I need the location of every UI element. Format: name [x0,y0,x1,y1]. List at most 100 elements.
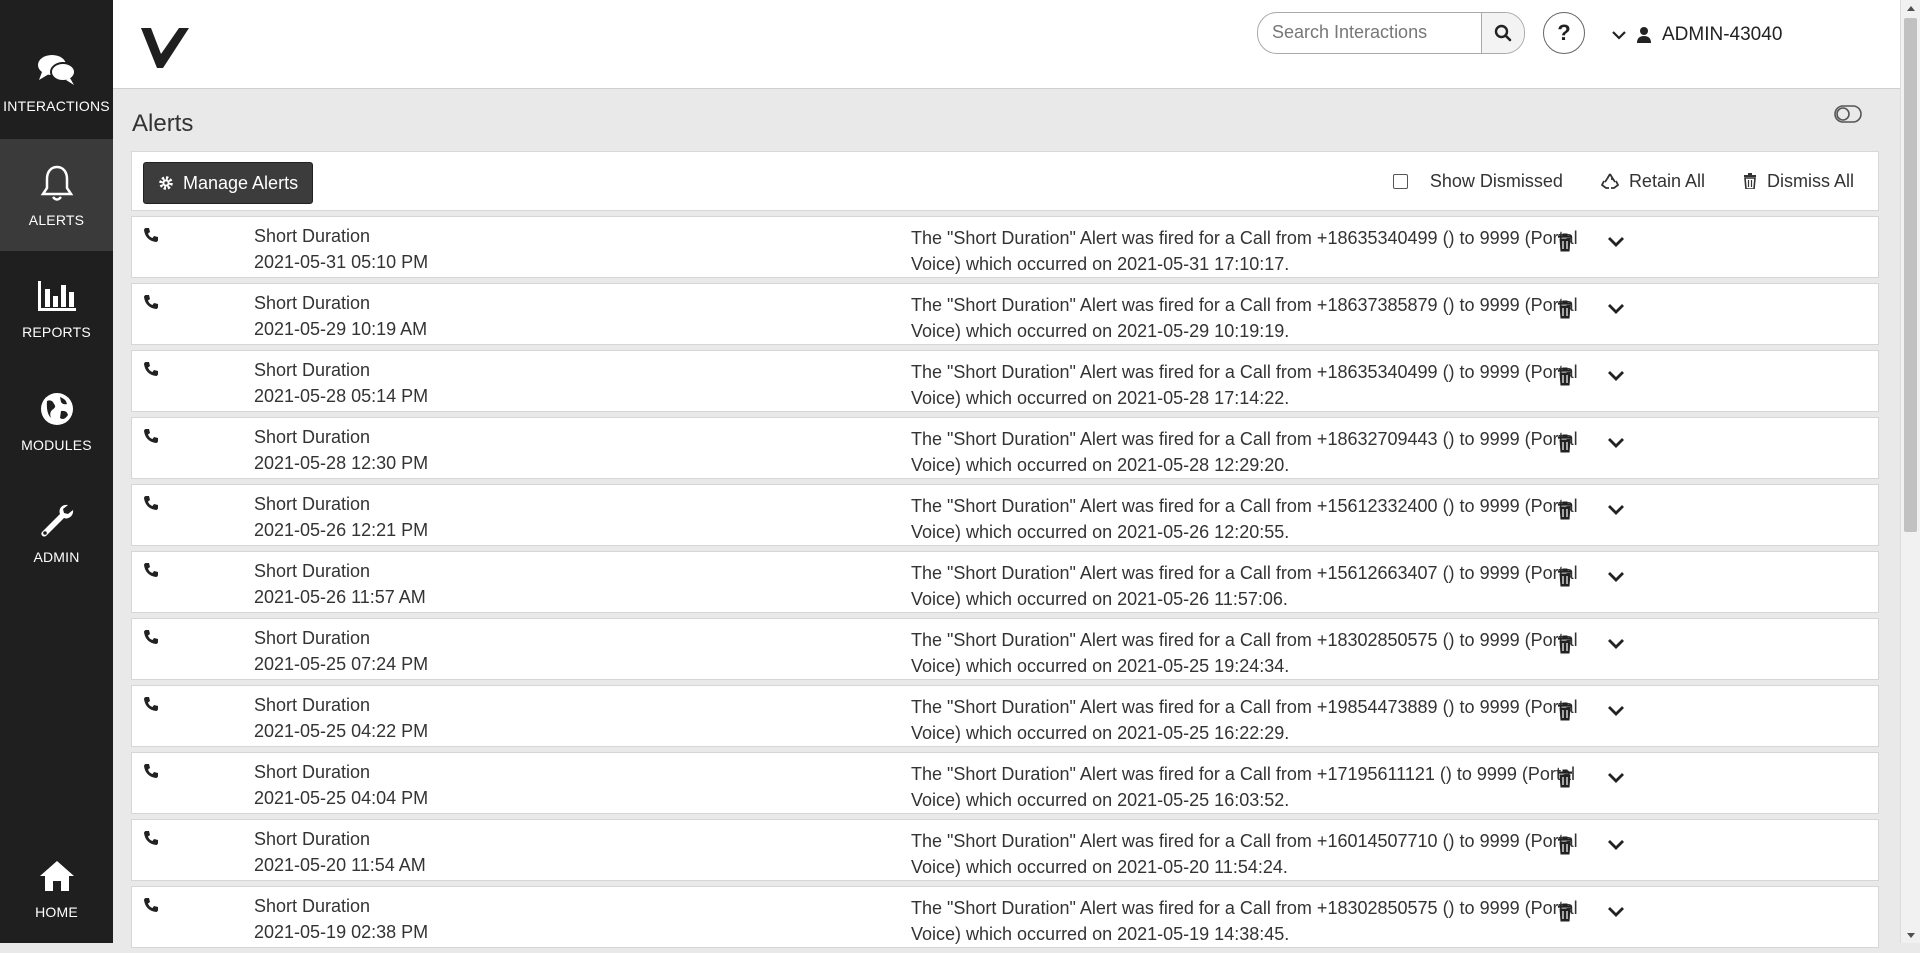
alert-date: 2021-05-25 04:04 PM [254,788,429,808]
expand-alert-button[interactable] [1607,637,1625,655]
help-button[interactable]: ? [1543,12,1585,54]
alert-row[interactable]: Short Duration 2021-05-25 07:24 PM The "… [131,618,1879,680]
dismiss-alert-button[interactable] [1557,635,1573,659]
bell-icon [35,162,79,206]
alert-name: Short Duration [254,226,371,246]
dismiss-alert-button[interactable] [1557,501,1573,525]
phone-icon [143,495,159,516]
trash-icon [1558,434,1572,453]
phone-icon [143,696,159,717]
alert-row[interactable]: Short Duration 2021-05-25 04:04 PM The "… [131,752,1879,814]
expand-alert-button[interactable] [1607,436,1625,454]
help-icon: ? [1557,20,1571,45]
alert-row[interactable]: Short Duration 2021-05-28 12:30 PM The "… [131,417,1879,479]
alert-date: 2021-05-19 02:38 PM [254,922,429,942]
dismiss-all-label: Dismiss All [1766,170,1854,191]
expand-alert-button[interactable] [1607,570,1625,588]
expand-alert-button[interactable] [1607,302,1625,320]
expand-alert-button[interactable] [1607,771,1625,789]
phone-icon [143,294,159,315]
scroll-down-arrow-icon[interactable] [1901,927,1920,943]
dismiss-alert-button[interactable] [1557,769,1573,793]
phone-icon [143,830,159,851]
alert-row[interactable]: Short Duration 2021-05-26 11:57 AM The "… [131,551,1879,613]
expand-alert-button[interactable] [1607,838,1625,856]
alert-row[interactable]: Short Duration 2021-05-31 05:10 PM The "… [131,216,1879,278]
trash-icon [1558,568,1572,587]
chevron-down-icon [1608,237,1624,247]
trash-icon [1558,367,1572,386]
expand-alert-button[interactable] [1607,235,1625,253]
alert-row[interactable]: Short Duration 2021-05-29 10:19 AM The "… [131,283,1879,345]
scroll-up-arrow-icon[interactable] [1901,0,1920,16]
sidebar-item-reports[interactable]: REPORTS [0,251,113,363]
brand-logo[interactable] [139,24,191,75]
chevron-down-icon [1608,706,1624,716]
phone-icon [143,897,159,918]
alert-description: The "Short Duration" Alert was fired for… [911,764,1575,810]
alert-date: 2021-05-29 10:19 AM [254,319,428,339]
alert-date: 2021-05-20 11:54 AM [254,855,426,875]
globe-icon [35,387,79,431]
scrollbar-thumb[interactable] [1904,18,1917,532]
gear-icon [159,176,173,190]
trash-icon [1558,769,1572,788]
sidebar-item-home[interactable]: HOME [0,831,113,943]
show-dismissed-checkbox[interactable] [1392,173,1408,189]
alert-row[interactable]: Short Duration 2021-05-25 04:22 PM The "… [131,685,1879,747]
toolbar-actions: Show Dismissed Retain All Dismiss All [1392,152,1854,210]
search-input[interactable] [1258,13,1508,51]
expand-alert-button[interactable] [1607,369,1625,387]
user-menu[interactable]: ADMIN-43040 [1612,20,1782,50]
alert-description: The "Short Duration" Alert was fired for… [911,496,1578,542]
dismiss-alert-button[interactable] [1557,434,1573,458]
vertical-scrollbar[interactable] [1900,0,1920,943]
sidebar-item-admin[interactable]: ADMIN [0,476,113,588]
search-button[interactable] [1481,13,1524,53]
manage-alerts-button[interactable]: Manage Alerts [143,162,314,204]
chevron-down-icon [1608,773,1624,783]
page-title: Alerts [132,110,194,137]
bar-chart-icon [35,274,79,318]
retain-all-button[interactable]: Retain All [1600,171,1705,192]
sidebar-item-label: ADMIN [33,549,80,565]
alert-name: Short Duration [254,293,371,313]
chevron-down-icon [1608,505,1624,515]
trash-icon [1558,903,1572,922]
show-dismissed-toggle[interactable]: Show Dismissed [1392,171,1563,192]
sidebar-item-interactions[interactable]: INTERACTIONS [0,25,113,137]
dismiss-alert-button[interactable] [1557,300,1573,324]
alert-description: The "Short Duration" Alert was fired for… [911,898,1578,944]
expand-alert-button[interactable] [1607,905,1625,923]
alert-row[interactable]: Short Duration 2021-05-28 05:14 PM The "… [131,350,1879,412]
recycle-icon [1600,173,1619,189]
alert-row[interactable]: Short Duration 2021-05-26 12:21 PM The "… [131,484,1879,546]
sidebar-item-label: MODULES [21,437,92,453]
alert-description: The "Short Duration" Alert was fired for… [911,429,1578,475]
dismiss-alert-button[interactable] [1557,836,1573,860]
chevron-down-icon [1608,438,1624,448]
top-header: ? ADMIN-43040 [113,0,1900,89]
sidebar-item-modules[interactable]: MODULES [0,364,113,476]
alert-row[interactable]: Short Duration 2021-05-20 11:54 AM The "… [131,819,1879,881]
chevron-down-icon [1608,840,1624,850]
toggle-view-icon[interactable] [1834,105,1862,128]
alert-date: 2021-05-28 05:14 PM [254,386,429,406]
dismiss-alert-button[interactable] [1557,702,1573,726]
sidebar-item-label: REPORTS [22,324,91,340]
user-icon [1637,27,1651,43]
alert-description: The "Short Duration" Alert was fired for… [911,630,1578,676]
dismiss-all-button[interactable]: Dismiss All [1743,171,1854,192]
dismiss-alert-button[interactable] [1557,903,1573,927]
trash-icon [1558,635,1572,654]
dismiss-alert-button[interactable] [1557,233,1573,257]
dismiss-alert-button[interactable] [1557,367,1573,391]
alert-description: The "Short Duration" Alert was fired for… [911,362,1578,408]
expand-alert-button[interactable] [1607,704,1625,722]
alert-description: The "Short Duration" Alert was fired for… [911,228,1578,274]
dismiss-alert-button[interactable] [1557,568,1573,592]
chevron-down-icon [1608,907,1624,917]
alert-row[interactable]: Short Duration 2021-05-19 02:38 PM The "… [131,886,1879,948]
expand-alert-button[interactable] [1607,503,1625,521]
sidebar-item-alerts[interactable]: ALERTS [0,139,113,251]
